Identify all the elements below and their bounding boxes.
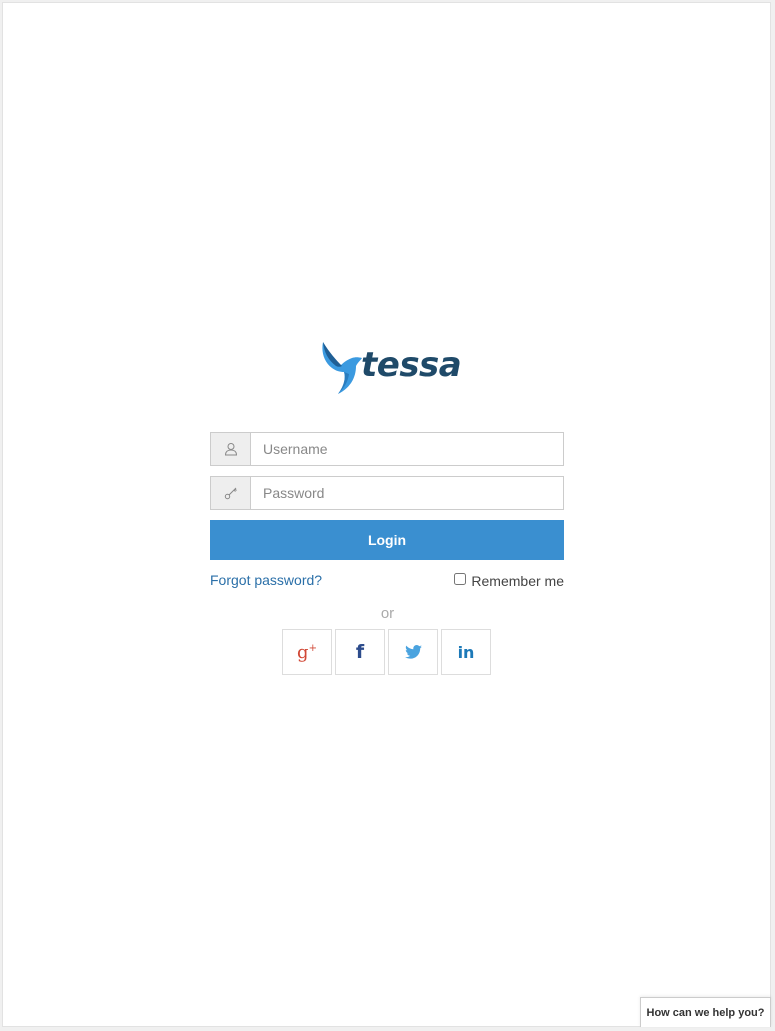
twitter-icon — [404, 645, 422, 659]
remember-me-label: Remember me — [471, 573, 564, 589]
key-icon — [211, 477, 251, 509]
social-login-row: g+ f in — [282, 629, 491, 675]
linkedin-button[interactable]: in — [441, 629, 491, 675]
facebook-button[interactable]: f — [335, 629, 385, 675]
username-input[interactable] — [251, 433, 563, 465]
tessa-logo: tessa — [318, 338, 462, 398]
help-widget-tab[interactable]: How can we help you? — [640, 997, 771, 1027]
linkedin-icon: in — [457, 642, 475, 662]
forgot-password-link[interactable]: Forgot password? — [210, 572, 322, 588]
password-input[interactable] — [251, 477, 563, 509]
or-divider: or — [380, 605, 395, 622]
login-page — [2, 2, 771, 1027]
user-icon — [211, 433, 251, 465]
facebook-icon: f — [355, 641, 365, 663]
twitter-button[interactable] — [388, 629, 438, 675]
username-field — [210, 432, 564, 466]
remember-me-checkbox[interactable] — [454, 573, 467, 585]
login-button[interactable]: Login — [210, 520, 564, 560]
brand-name: tessa — [361, 345, 462, 385]
remember-me[interactable]: Remember me — [454, 573, 564, 589]
google-plus-icon: g+ — [297, 641, 317, 663]
google-plus-button[interactable]: g+ — [282, 629, 332, 675]
password-field — [210, 476, 564, 510]
bird-icon — [322, 342, 362, 394]
